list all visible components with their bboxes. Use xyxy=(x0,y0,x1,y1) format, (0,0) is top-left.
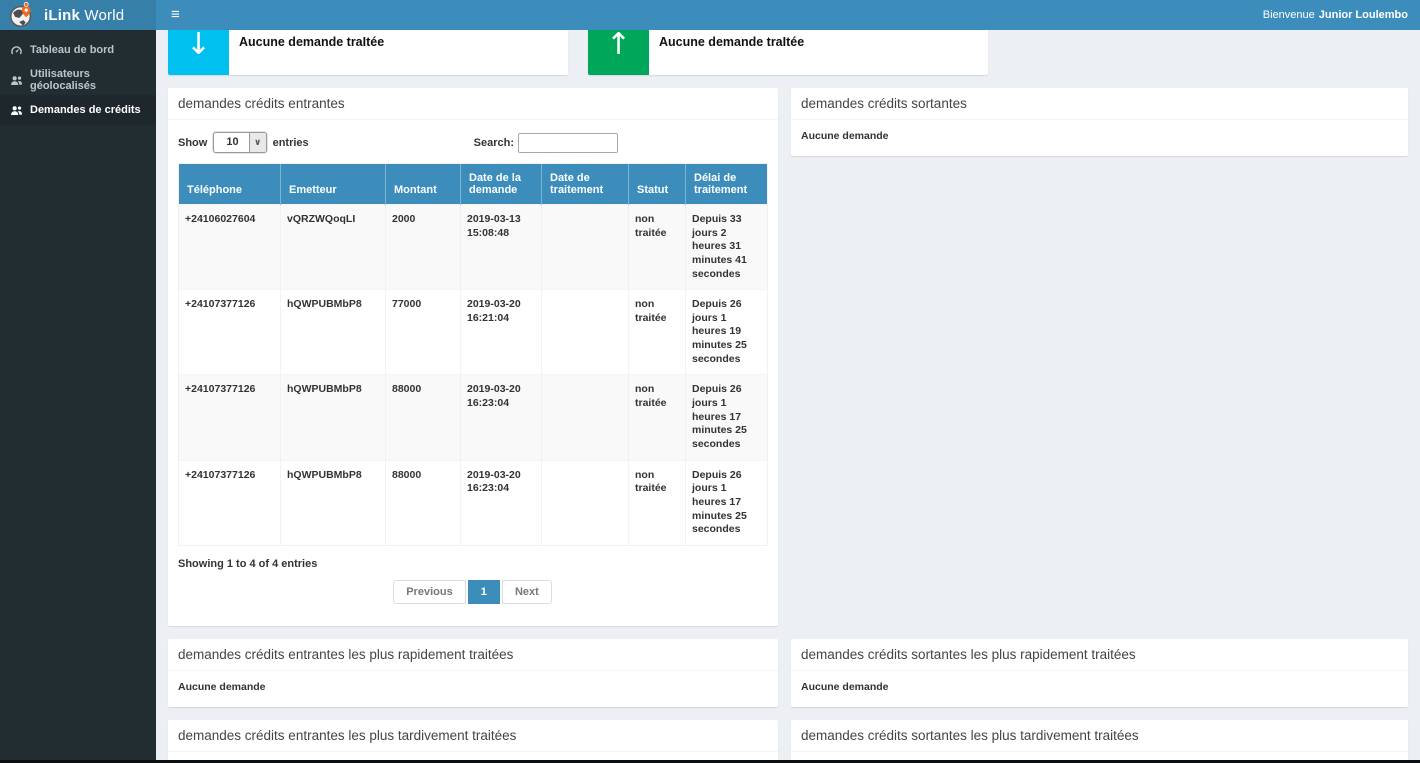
app-title: iLink World xyxy=(44,7,124,24)
column-header-emetteur[interactable]: Emetteur xyxy=(281,164,386,205)
table-row: +24107377126 hQWPUBMbP8 88000 2019-03-20… xyxy=(179,375,768,460)
cell-montant: 88000 xyxy=(386,460,461,545)
incoming-requests-table: Téléphone Emetteur Montant Date de la de… xyxy=(178,163,768,546)
pagination: Previous 1 Next xyxy=(178,576,768,616)
cell-statut: non traitée xyxy=(629,375,686,460)
page-size-select[interactable]: 10 ∨ xyxy=(213,132,266,153)
empty-message: Aucune demande xyxy=(801,679,1398,697)
panel-outgoing-latest-processed: demandes crédits sortantes les plus tard… xyxy=(791,720,1408,763)
panel-title: demandes crédits sortantes les plus rapi… xyxy=(801,647,1398,662)
panel-header: demandes crédits entrantes xyxy=(168,88,778,120)
entries-label: entries xyxy=(273,137,309,149)
panel-outgoing-fastest-processed: demandes crédits sortantes les plus rapi… xyxy=(791,639,1408,707)
table-row: +24106027604 vQRZWQoqLI 2000 2019-03-13 … xyxy=(179,205,768,290)
welcome-message: BienvenueJunior Loulembo xyxy=(1263,9,1420,21)
sidebar: Tableau de bord Utilisateurs géolocalisé… xyxy=(0,30,156,763)
panel-header: demandes crédits sortantes les plus rapi… xyxy=(791,639,1408,671)
table-row: +24107377126 hQWPUBMbP8 77000 2019-03-20… xyxy=(179,290,768,375)
cell-date-traitement xyxy=(542,375,629,460)
sidebar-item-label: Demandes de crédits xyxy=(30,104,141,116)
cell-montant: 77000 xyxy=(386,290,461,375)
column-header-date-traitement[interactable]: Date de traitement xyxy=(542,164,629,205)
navbar: ≡ BienvenueJunior Loulembo xyxy=(156,0,1420,30)
content-area: ↓ TEMPS MOYEN DE TRAITEMENT ENTRANT Aucu… xyxy=(156,0,1420,763)
cell-emetteur: hQWPUBMbP8 xyxy=(281,460,386,545)
dashboard-icon xyxy=(10,44,23,57)
pagination-previous-button[interactable]: Previous xyxy=(393,580,465,604)
cell-telephone: +24107377126 xyxy=(179,290,281,375)
column-header-date-demande[interactable]: Date de la demande xyxy=(461,164,542,205)
cell-statut: non traitée xyxy=(629,290,686,375)
users-icon xyxy=(10,104,23,117)
panel-title: demandes crédits entrantes les plus rapi… xyxy=(178,647,768,662)
cell-montant: 88000 xyxy=(386,375,461,460)
sidebar-toggle-button[interactable]: ≡ xyxy=(156,0,195,30)
stat-value: Aucune demande traItée xyxy=(239,35,446,49)
cell-date-demande: 2019-03-20 16:23:04 xyxy=(461,460,542,545)
sidebar-item-label: Tableau de bord xyxy=(30,44,114,56)
panel-title: demandes crédits entrantes xyxy=(178,96,768,111)
cell-montant: 2000 xyxy=(386,205,461,290)
pagination-page-1-button[interactable]: 1 xyxy=(468,580,500,604)
panel-incoming-latest-processed: demandes crédits entrantes les plus tard… xyxy=(168,720,778,763)
top-navbar: iLink World ≡ BienvenueJunior Loulembo xyxy=(0,0,1420,30)
sidebar-item-demandes-de-credits[interactable]: Demandes de crédits xyxy=(0,95,156,125)
panel-incoming-credit-requests: demandes crédits entrantes Show 10 ∨ ent… xyxy=(168,88,778,626)
panel-header: demandes crédits sortantes xyxy=(791,88,1408,120)
cell-date-demande: 2019-03-20 16:21:04 xyxy=(461,290,542,375)
panel-title: demandes crédits sortantes les plus tard… xyxy=(801,728,1398,743)
cell-date-demande: 2019-03-20 16:23:04 xyxy=(461,375,542,460)
cell-date-demande: 2019-03-13 15:08:48 xyxy=(461,205,542,290)
cell-emetteur: vQRZWQoqLI xyxy=(281,205,386,290)
empty-message: Aucune demande xyxy=(801,128,1398,146)
cell-delai: Depuis 33 jours 2 heures 31 minutes 41 s… xyxy=(686,205,768,290)
table-toolbar: Show 10 ∨ entries Search: xyxy=(178,128,768,163)
table-row: +24107377126 hQWPUBMbP8 88000 2019-03-20… xyxy=(179,460,768,545)
panel-header: demandes crédits entrantes les plus rapi… xyxy=(168,639,778,671)
sidebar-item-tableau-de-bord[interactable]: Tableau de bord xyxy=(0,35,156,65)
column-header-montant[interactable]: Montant xyxy=(386,164,461,205)
panel-header: demandes crédits sortantes les plus tard… xyxy=(791,720,1408,752)
panel-outgoing-credit-requests: demandes crédits sortantes Aucune demand… xyxy=(791,88,1408,156)
column-header-delai-traitement[interactable]: Délai de traitement xyxy=(686,164,768,205)
panel-title: demandes crédits sortantes xyxy=(801,96,1398,111)
pagination-next-button[interactable]: Next xyxy=(502,580,552,604)
app-logo[interactable]: iLink World xyxy=(0,0,156,30)
cell-delai: Depuis 26 jours 1 heures 17 minutes 25 s… xyxy=(686,375,768,460)
cell-statut: non traitée xyxy=(629,460,686,545)
search-label: Search: xyxy=(474,137,514,149)
panel-header: demandes crédits entrantes les plus tard… xyxy=(168,720,778,752)
cell-telephone: +24106027604 xyxy=(179,205,281,290)
users-icon xyxy=(10,74,23,87)
cell-date-traitement xyxy=(542,460,629,545)
sidebar-item-label: Utilisateurs géolocalisés xyxy=(30,68,146,92)
cell-telephone: +24107377126 xyxy=(179,460,281,545)
empty-message: Aucune demande xyxy=(178,679,768,697)
cell-delai: Depuis 26 jours 1 heures 17 minutes 25 s… xyxy=(686,460,768,545)
column-header-telephone[interactable]: Téléphone xyxy=(179,164,281,205)
show-label: Show xyxy=(178,137,207,149)
chevron-down-icon: ∨ xyxy=(249,133,266,152)
table-summary: Showing 1 to 4 of 4 entries xyxy=(178,558,768,570)
cell-delai: Depuis 26 jours 1 heures 19 minutes 25 s… xyxy=(686,290,768,375)
sidebar-item-utilisateurs-geolocalises[interactable]: Utilisateurs géolocalisés xyxy=(0,65,156,95)
cell-telephone: +24107377126 xyxy=(179,375,281,460)
stat-value: Aucune demande traItée xyxy=(659,35,866,49)
column-header-statut[interactable]: Statut xyxy=(629,164,686,205)
search-input[interactable] xyxy=(518,133,618,153)
cell-emetteur: hQWPUBMbP8 xyxy=(281,290,386,375)
cell-date-traitement xyxy=(542,290,629,375)
globe-pin-logo-icon xyxy=(8,1,36,29)
panel-incoming-fastest-processed: demandes crédits entrantes les plus rapi… xyxy=(168,639,778,707)
cell-statut: non traitée xyxy=(629,205,686,290)
cell-emetteur: hQWPUBMbP8 xyxy=(281,375,386,460)
panel-title: demandes crédits entrantes les plus tard… xyxy=(178,728,768,743)
cell-date-traitement xyxy=(542,205,629,290)
